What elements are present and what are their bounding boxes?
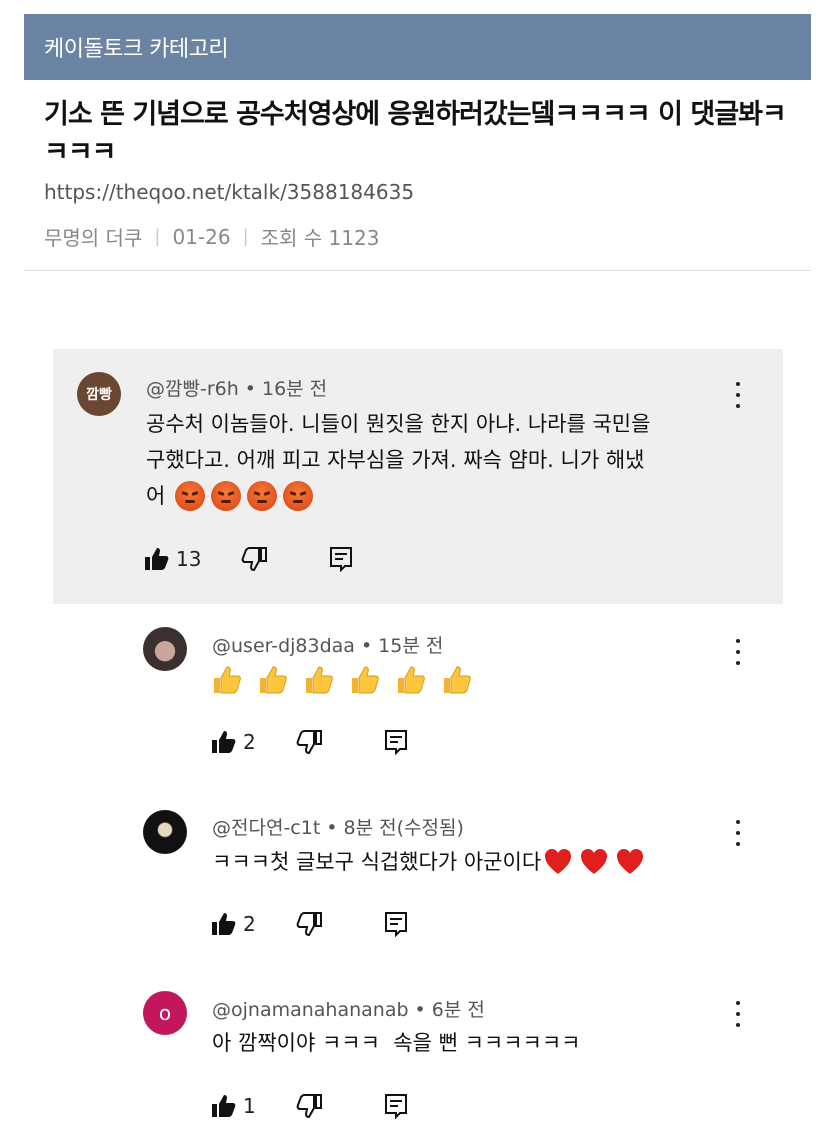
avatar[interactable] [143, 810, 187, 854]
dislike-icon[interactable] [296, 912, 322, 936]
comment-actions: 2 [211, 911, 408, 937]
more-options-icon[interactable] [734, 382, 742, 408]
thumbs-up-icon [398, 666, 425, 694]
thumbs-up-icon [352, 666, 379, 694]
comment-actions: 1 [211, 1093, 408, 1119]
heart-icon [581, 849, 608, 874]
comment-handle: @전다연-c1t • 8분 전(수정됨) [212, 813, 464, 840]
comment-line: 공수처 이놈들아. 니들이 뭔짓을 한지 아냐. 나라를 국민을 [146, 412, 651, 436]
comment-text: ㅋㅋㅋ첫 글보구 식겁했다가 아군이다 [212, 844, 645, 880]
dot: • [326, 817, 338, 839]
meta-separator: | [242, 226, 249, 247]
meta-separator: | [154, 226, 161, 247]
reply-icon[interactable] [384, 1093, 408, 1119]
comment-author[interactable]: @전다연-c1t [212, 817, 320, 839]
avatar-text: o [158, 1001, 172, 1025]
thumbs-up-icon [260, 666, 287, 694]
angry-face-icon [247, 481, 278, 511]
heart-icon [617, 849, 644, 874]
comment-author[interactable]: @user-dj83daa [212, 635, 355, 657]
heart-icon [545, 849, 572, 874]
dot: • [414, 999, 426, 1021]
comment-line-text: ㅋㅋㅋ첫 글보구 식겁했다가 아군이다 [212, 850, 542, 874]
dot: • [360, 635, 373, 657]
post-title: 기소 뜬 기념으로 공수처영상에 응원하러갔는뎈ㅋㅋㅋㅋ 이 댓글봐ㅋㅋㅋㅋ [44, 99, 787, 168]
avatar-text: 깜빵 [86, 387, 112, 403]
thumbs-up-icon [444, 666, 471, 694]
comment-text: 공수처 이놈들아. 니들이 뭔짓을 한지 아냐. 나라를 국민을 구했다고. 어… [146, 406, 746, 514]
comment-author[interactable]: @깜빵-r6h [146, 378, 239, 400]
angry-face-icon [211, 481, 242, 511]
post-date: 01-26 [172, 224, 231, 249]
heart-emoji-row [543, 847, 645, 877]
avatar[interactable] [143, 627, 187, 671]
comment-text: 아 깜짝이야 ㅋㅋㅋ 속을 뻔 ㅋㅋㅋㅋㅋㅋ [212, 1031, 581, 1055]
dot: • [244, 378, 256, 400]
comment-line-text: 어 [146, 484, 166, 508]
like-icon[interactable] [211, 1094, 237, 1118]
post-author: 무명의 더쿠 [44, 226, 143, 250]
comment-handle: @user-dj83daa • 15분 전 [212, 631, 443, 658]
thumbs-up-emoji-row [211, 664, 473, 696]
comment-author[interactable]: @ojnamanahananab [212, 999, 409, 1021]
angry-emoji-row [175, 481, 314, 511]
comment-time: 8분 전(수정됨) [343, 817, 464, 839]
category-bar[interactable]: 케이돌토크 카테고리 [24, 14, 811, 80]
comment-time: 16분 전 [261, 378, 328, 400]
dislike-icon[interactable] [296, 730, 322, 754]
avatar[interactable]: 깜빵 [77, 372, 121, 416]
comment-handle: @ojnamanahananab • 6분 전 [212, 995, 485, 1022]
reply-icon[interactable] [384, 911, 408, 937]
thumbs-up-icon [214, 666, 241, 694]
more-options-icon[interactable] [734, 639, 742, 665]
more-options-icon[interactable] [734, 1001, 742, 1027]
comment-time: 15분 전 [378, 635, 444, 657]
angry-face-icon [175, 481, 206, 511]
like-count: 2 [243, 912, 256, 936]
post-url[interactable]: https://theqoo.net/ktalk/3588184635 [44, 180, 414, 204]
like-count: 1 [243, 1094, 256, 1118]
like-icon[interactable] [211, 912, 237, 936]
comment-line: 어 [146, 478, 746, 514]
like-icon[interactable] [144, 547, 170, 571]
comment-actions: 13 [144, 546, 353, 572]
reply-icon[interactable] [384, 729, 408, 755]
category-label: 케이돌토크 카테고리 [44, 37, 229, 62]
dislike-icon[interactable] [241, 547, 268, 571]
like-count: 2 [243, 730, 256, 754]
comment-line: 구했다고. 어깨 피고 자부심을 가져. 짜슥 얌마. 니가 해냈 [146, 448, 645, 472]
thumbs-up-icon [306, 666, 333, 694]
angry-face-icon [283, 481, 314, 511]
more-options-icon[interactable] [734, 820, 742, 846]
comment-handle: @깜빵-r6h • 16분 전 [146, 374, 327, 401]
dislike-icon[interactable] [296, 1094, 322, 1118]
avatar[interactable]: o [143, 991, 187, 1035]
comment-time: 6분 전 [431, 999, 485, 1021]
like-icon[interactable] [211, 730, 237, 754]
reply-icon[interactable] [329, 546, 353, 572]
post-meta: 무명의 더쿠 | 01-26 | 조회 수 1123 [44, 222, 379, 251]
divider [24, 270, 811, 271]
post-views: 조회 수 1123 [260, 226, 380, 250]
comment-actions: 2 [211, 729, 408, 755]
like-count: 13 [176, 547, 202, 571]
